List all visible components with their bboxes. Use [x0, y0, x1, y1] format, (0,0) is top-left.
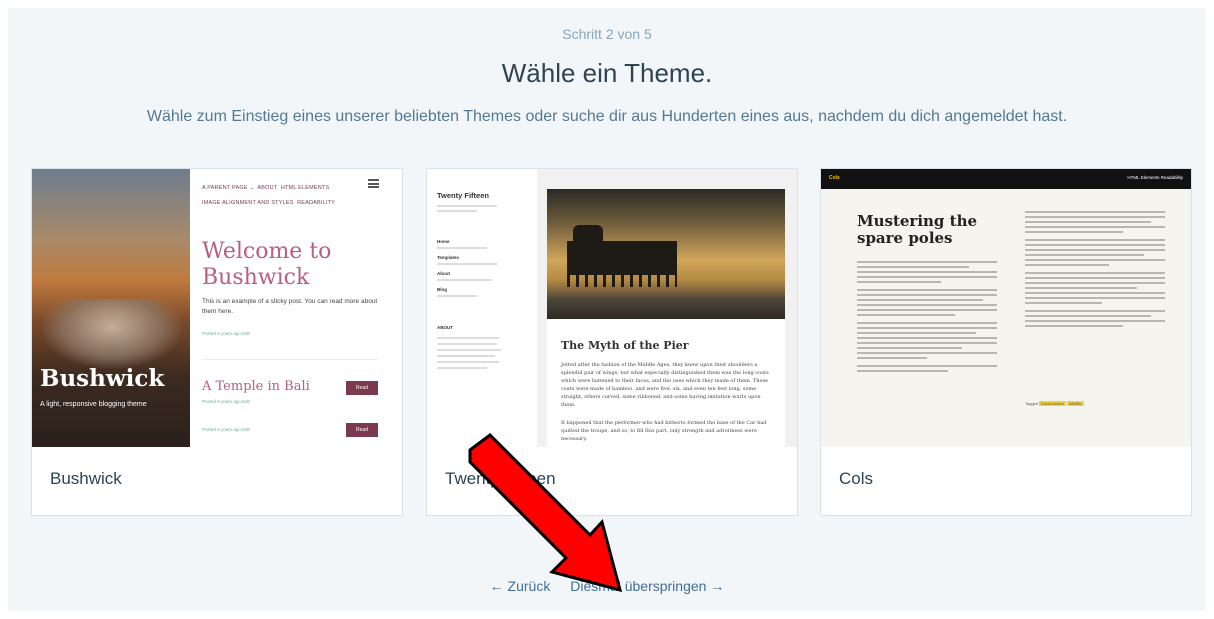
- bushwick-welcome-heading: Welcome to Bushwick: [202, 239, 332, 290]
- cols-header-bar: Cols HTML Elements Readability: [821, 169, 1191, 189]
- bushwick-tagline: A light, responsive blogging theme: [40, 401, 147, 408]
- hamburger-menu-icon: [368, 179, 379, 188]
- cols-tags: Tagged Environment Wildlife: [1025, 401, 1084, 406]
- cols-text-column-2: [1025, 211, 1165, 330]
- bushwick-nav: A PARENT PAGE ⌄ ABOUT HTML ELEMENTS IMAG…: [202, 185, 336, 206]
- twenty-fifteen-sidebar: Twenty Fifteen Home Templates About Blog…: [427, 169, 537, 447]
- theme-name: Twenty Fifteen: [445, 469, 556, 488]
- bushwick-post-title: A Temple in Bali: [202, 379, 310, 394]
- divider: [202, 359, 378, 360]
- theme-card-bushwick[interactable]: Bushwick A light, responsive blogging th…: [31, 168, 403, 516]
- cols-nav: HTML Elements Readability: [1127, 175, 1183, 180]
- bushwick-site-title: Bushwick: [40, 365, 165, 392]
- footer-nav: ← Zurück Diesmal überspringen →: [8, 578, 1206, 594]
- bushwick-intro: This is an example of a sticky post. You…: [202, 298, 378, 315]
- page-subtitle: Wähle zum Einstieg eines unserer beliebt…: [146, 108, 1068, 125]
- twenty-fifteen-site-title: Twenty Fifteen: [437, 191, 489, 200]
- bushwick-meta-3: Posted 5 years ago Edit: [202, 427, 250, 432]
- theme-card-cols[interactable]: Cols HTML Elements Readability Mustering…: [820, 168, 1192, 516]
- twenty-fifteen-post-title: The Myth of the Pier: [561, 339, 689, 352]
- signup-step-panel: Schritt 2 von 5 Wähle ein Theme. Wähle z…: [8, 8, 1206, 611]
- page-title: Wähle ein Theme.: [501, 58, 713, 88]
- theme-preview-twenty-fifteen: Twenty Fifteen Home Templates About Blog…: [427, 169, 797, 447]
- pier-image: [547, 189, 785, 319]
- bushwick-read-button-2: Read: [346, 423, 378, 437]
- cols-post-title: Mustering the spare poles: [857, 212, 978, 247]
- theme-card-twenty-fifteen[interactable]: Twenty Fifteen Home Templates About Blog…: [426, 168, 798, 516]
- twenty-fifteen-post: The Myth of the Pier Jetted after the fa…: [547, 189, 785, 447]
- theme-preview-bushwick: Bushwick A light, responsive blogging th…: [32, 169, 402, 447]
- bushwick-meta-2: Posted 5 years ago Edit: [202, 399, 250, 404]
- twenty-fifteen-paragraph-2: It happened that the performer who had h…: [561, 420, 767, 442]
- theme-preview-cols: Cols HTML Elements Readability Mustering…: [821, 169, 1191, 447]
- theme-name: Cols: [839, 469, 874, 488]
- cols-text-column-1: [857, 261, 997, 375]
- step-indicator: Schritt 2 von 5: [562, 26, 652, 42]
- theme-name: Bushwick: [50, 469, 122, 488]
- twenty-fifteen-paragraph-1: Jetted after the fashion of the Middle A…: [561, 362, 769, 408]
- back-link[interactable]: ← Zurück: [490, 578, 551, 594]
- cols-logo: Cols: [829, 175, 840, 181]
- bushwick-hero-image: Bushwick A light, responsive blogging th…: [32, 169, 190, 447]
- skip-link[interactable]: Diesmal überspringen →: [570, 578, 724, 594]
- bushwick-read-button: Read: [346, 381, 378, 395]
- bushwick-meta: Posted 5 years ago Edit: [202, 331, 250, 336]
